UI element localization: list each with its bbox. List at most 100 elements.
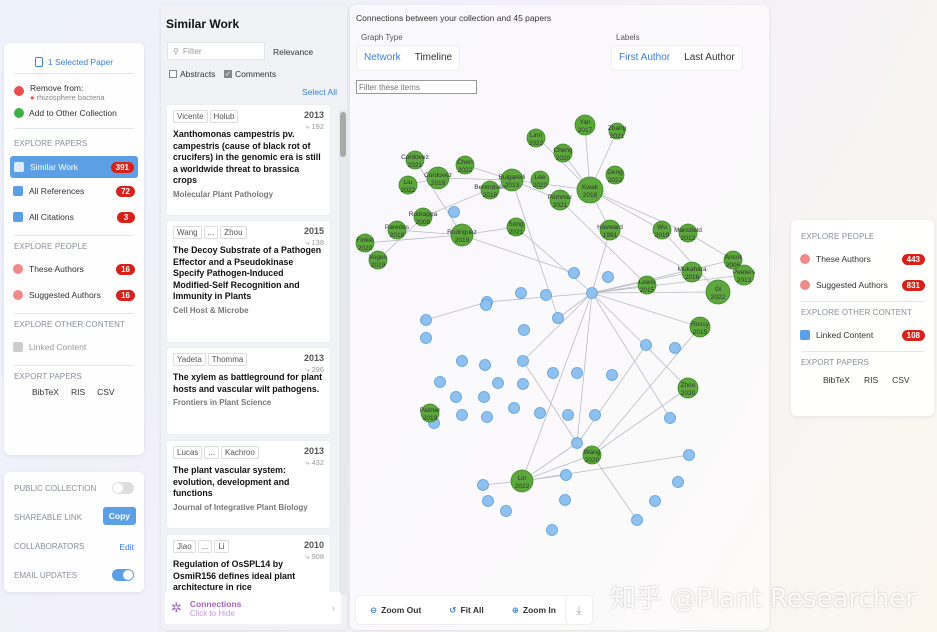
export-bibtex[interactable]: BibTeX (32, 387, 59, 397)
graph-node-related[interactable] (515, 287, 527, 299)
suggested-authors-item[interactable]: Suggested Authors 16 (4, 285, 144, 305)
graph-node-related[interactable] (500, 505, 512, 517)
selected-papers[interactable]: 1 Selected Paper (4, 57, 144, 67)
filter-input[interactable]: ⚲ Filter (167, 42, 265, 60)
graph-node-related[interactable] (571, 367, 583, 379)
network-graph[interactable]: Linn2022 Yan2017 Zhang2021 Cheng2020 Cordove… (350, 5, 769, 565)
graph-node-related[interactable] (547, 367, 559, 379)
paper-card[interactable]: Jiao... Li 2010 ⤷ 908 Regulation of OsSPL1… (167, 535, 330, 593)
export-bibtex[interactable]: BibTeX (823, 375, 850, 385)
all-citations-item[interactable]: All Citations 3 (4, 207, 144, 227)
download-icon[interactable]: ⤓ (566, 596, 592, 624)
graph-node-related[interactable] (571, 437, 583, 449)
right-these-authors-item[interactable]: These Authors 443 (791, 249, 934, 269)
these-authors-item[interactable]: These Authors 16 (4, 259, 144, 279)
graph-node-related[interactable] (481, 411, 493, 423)
remove-from-button[interactable]: Remove from: ● rhizosphere bacteria (4, 80, 144, 102)
paper-card[interactable]: Wang... Zhou 2015 ⤷ 138 The Decoy Substrat… (167, 221, 330, 342)
graph-node-collection[interactable]: Chen2022 (455, 155, 475, 175)
graph-node-collection[interactable]: Rossy2015 (689, 316, 711, 338)
export-ris[interactable]: RIS (864, 375, 878, 385)
copy-link-button[interactable]: Copy (102, 507, 136, 525)
right-suggested-authors-item[interactable]: Suggested Authors 831 (791, 275, 934, 295)
abstracts-checkbox[interactable]: Abstracts (169, 69, 215, 79)
graph-node-related[interactable] (518, 324, 530, 336)
graph-node-related[interactable] (669, 342, 681, 354)
graph-node-related[interactable] (478, 391, 490, 403)
linked-content-item[interactable]: Linked Content (4, 337, 144, 357)
graph-node-related[interactable] (606, 369, 618, 381)
graph-node-related[interactable] (560, 469, 572, 481)
graph-node-related[interactable] (568, 267, 580, 279)
graph-node-related[interactable] (534, 407, 546, 419)
graph-node-collection[interactable]: Lin2022 (510, 469, 534, 493)
graph-node-collection[interactable]: Mukahara2016 (678, 261, 707, 283)
zoom-in-button[interactable]: ⊕ Zoom In (512, 605, 556, 616)
graph-node-collection[interactable]: Deng2022 (605, 165, 625, 185)
graph-node-collection[interactable]: Lee2020 (530, 170, 550, 190)
graph-node-related[interactable] (450, 391, 462, 403)
graph-node-collection[interactable]: Rudrappa2008 (409, 207, 438, 227)
graph-node-collection[interactable]: Wu2019 (652, 220, 672, 240)
graph-node-collection[interactable]: Yan2017 (574, 114, 596, 136)
graph-node-related[interactable] (456, 355, 468, 367)
edit-collaborators-link[interactable]: Edit (119, 542, 134, 552)
paper-card[interactable]: Yadeta Thomma 2013 ⤷ 296 The xylem as batt… (167, 348, 330, 434)
export-csv[interactable]: CSV (892, 375, 909, 385)
graph-node-collection[interactable]: Rodriguez2019 (447, 223, 477, 247)
graph-node-related[interactable] (672, 476, 684, 488)
graph-node-collection[interactable]: Liu2022 (398, 175, 418, 195)
graph-node-collection[interactable]: Zhang2021 (608, 122, 627, 140)
graph-node-collection[interactable]: Havward1991 (597, 219, 623, 241)
graph-node-related[interactable] (562, 409, 574, 421)
graph-node-related[interactable] (683, 449, 695, 461)
graph-node-related[interactable] (434, 376, 446, 388)
graph-node-related[interactable] (546, 524, 558, 536)
graph-node-collection[interactable]: Kwak2018 (576, 176, 604, 204)
graph-node-related[interactable] (540, 289, 552, 301)
select-all-link[interactable]: Select All (302, 87, 337, 97)
graph-node-collection[interactable]: Cordovez2021 (401, 150, 429, 170)
graph-node-collection[interactable]: Pommer2021 (548, 189, 573, 211)
graph-node-related[interactable] (477, 479, 489, 491)
graph-node-collection[interactable]: Cheng2020 (553, 143, 573, 163)
public-collection-toggle[interactable] (112, 482, 134, 494)
graph-node-related[interactable] (631, 514, 643, 526)
graph-node-collection[interactable]: Lewis2015 (637, 275, 657, 295)
graph-node-related[interactable] (482, 495, 494, 507)
graph-node-related[interactable] (552, 312, 564, 324)
graph-node-collection[interactable]: Zhou2020 (677, 377, 699, 399)
right-linked-content-item[interactable]: Linked Content 108 (791, 325, 934, 345)
graph-node-related[interactable] (664, 412, 676, 424)
email-updates-toggle[interactable] (112, 569, 134, 581)
graph-node-related[interactable] (559, 494, 571, 506)
graph-node-collection[interactable]: Berendsen2018 (474, 180, 506, 200)
connections-toggle[interactable]: ✲ Connections Click to Hide › (165, 592, 341, 624)
graph-node-collection[interactable]: Wang2020 (582, 445, 602, 465)
paper-card[interactable]: Vicente Holub 2013 ⤷ 192 Xanthomonas campe… (167, 105, 330, 215)
graph-node-related[interactable] (479, 359, 491, 371)
all-references-item[interactable]: All References 72 (4, 181, 144, 201)
comments-checkbox[interactable]: ✓ Comments (224, 69, 276, 79)
graph-node-collection[interactable]: Paredes2018 (385, 220, 410, 240)
graph-node-related[interactable] (602, 271, 614, 283)
export-ris[interactable]: RIS (71, 387, 85, 397)
graph-node-related[interactable] (456, 409, 468, 421)
graph-node-related[interactable] (508, 402, 520, 414)
graph-node-collection[interactable]: Linn2022 (526, 128, 546, 148)
graph-node-related[interactable] (420, 332, 432, 344)
export-csv[interactable]: CSV (97, 387, 114, 397)
graph-node-related[interactable] (649, 495, 661, 507)
graph-node-collection[interactable]: Song2021 (506, 217, 526, 237)
sort-dropdown[interactable]: Relevance (273, 47, 313, 57)
graph-node-related[interactable] (448, 206, 460, 218)
add-to-collection-button[interactable]: Add to Other Collection (4, 108, 144, 118)
graph-node-related[interactable] (492, 377, 504, 389)
graph-node-related[interactable] (589, 409, 601, 421)
graph-node-related[interactable] (517, 355, 529, 367)
graph-node-related[interactable] (640, 339, 652, 351)
scrollbar[interactable] (339, 110, 347, 595)
graph-node-related[interactable] (586, 287, 598, 299)
zoom-out-button[interactable]: ⊖ Zoom Out (370, 605, 421, 616)
graph-node-collection[interactable]: Cordovez2019 (424, 166, 452, 190)
